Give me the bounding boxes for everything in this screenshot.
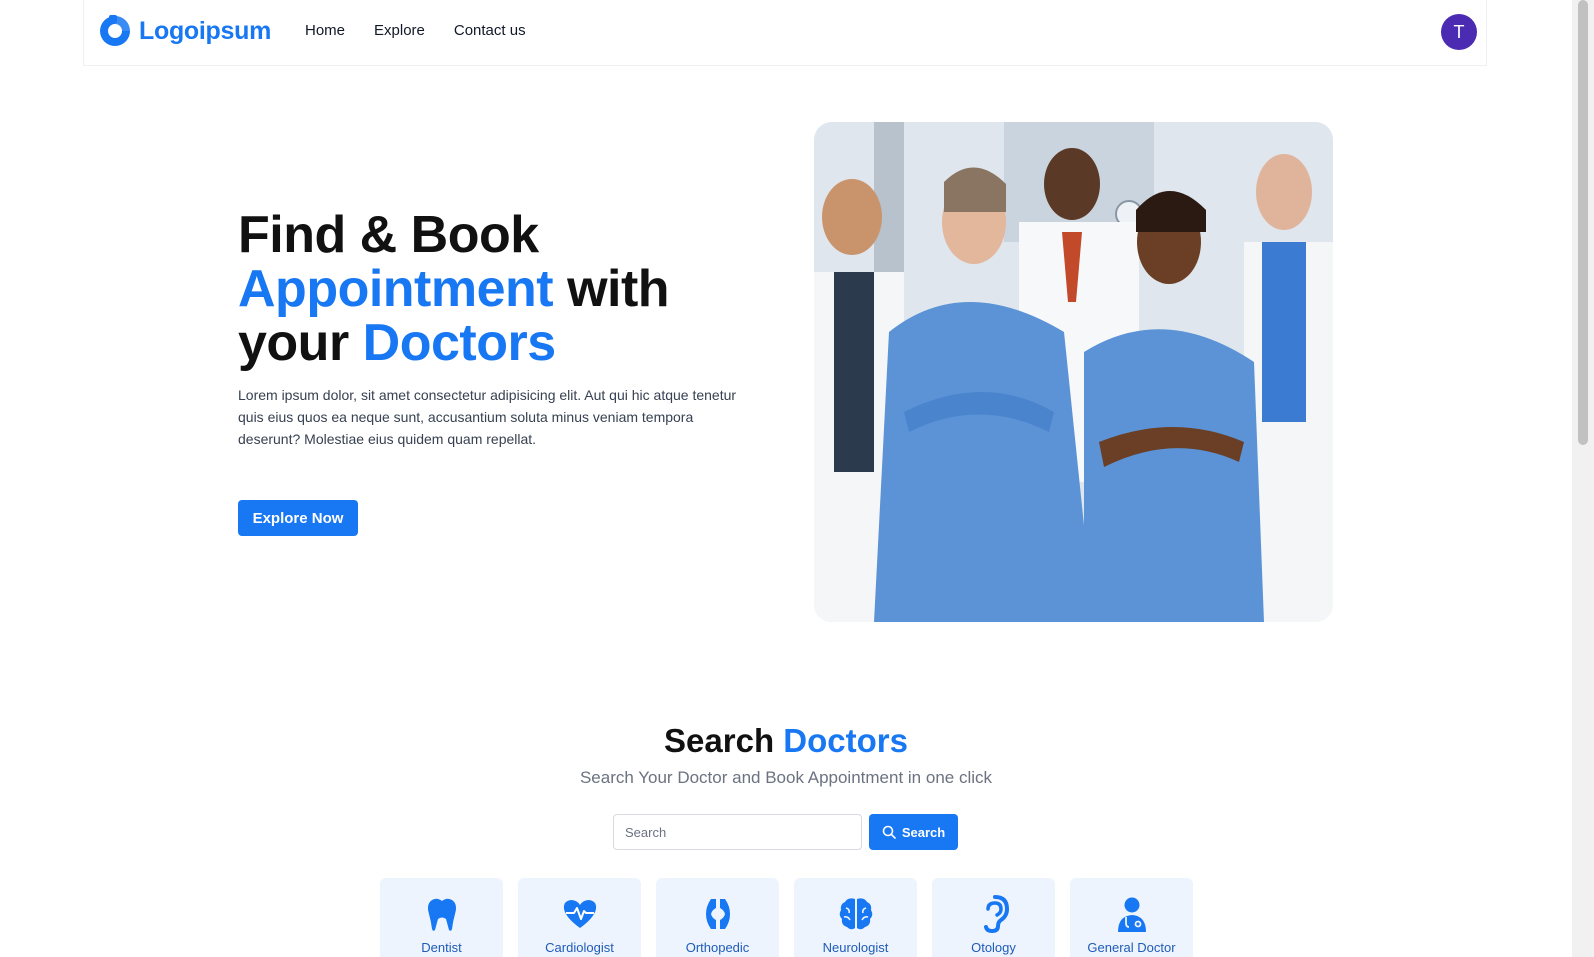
category-label: Cardiologist (545, 940, 614, 955)
search-title-part: Search (664, 722, 775, 759)
nav-link-contact[interactable]: Contact us (454, 22, 526, 39)
search-section-title: Search Doctors (0, 722, 1572, 760)
hero-title-part2: with (567, 260, 670, 318)
hero-title-accent2: Doctors (362, 314, 556, 372)
search-subtitle: Search Your Doctor and Book Appointment … (579, 768, 993, 787)
category-list: Dentist Cardiologist Orthopedic Neurolog… (380, 878, 1193, 957)
search-button[interactable]: Search (869, 814, 958, 850)
user-avatar[interactable]: T (1441, 14, 1477, 50)
search-icon (882, 825, 896, 839)
hero-title: Find & Book Appointment with your Doctor… (238, 208, 758, 370)
explore-now-button[interactable]: Explore Now (238, 500, 358, 536)
nav-link-explore[interactable]: Explore (374, 22, 425, 39)
hero-doctors-photo (814, 122, 1333, 622)
category-card-orthopedic[interactable]: Orthopedic (656, 878, 779, 957)
scrollbar-thumb[interactable] (1578, 0, 1588, 445)
brand-logo[interactable]: Logoipsum (98, 14, 271, 48)
ear-icon (983, 895, 1009, 934)
category-card-otology[interactable]: Otology (932, 878, 1055, 957)
doctor-icon (1117, 897, 1146, 932)
category-card-general-doctor[interactable]: General Doctor (1070, 878, 1193, 957)
search-button-label: Search (901, 824, 946, 840)
doctors-illustration (814, 122, 1333, 622)
nav-link-home[interactable]: Home (305, 22, 345, 39)
page-scrollbar[interactable] (1572, 0, 1594, 957)
heartbeat-icon (563, 900, 596, 928)
category-label: Orthopedic (685, 940, 750, 955)
top-navbar: Logoipsum Home Explore Contact us T (83, 0, 1487, 66)
category-label: Dentist (421, 940, 462, 955)
category-card-cardiologist[interactable]: Cardiologist (518, 878, 641, 957)
brand-name: Logoipsum (139, 16, 272, 45)
logo-mark-icon (100, 15, 130, 46)
main-nav: Home Explore Contact us (305, 22, 526, 39)
category-label: Neurologist (822, 940, 889, 955)
search-title-accent: Doctors (783, 722, 908, 759)
hero-description: Lorem ipsum dolor, sit amet consectetur … (238, 387, 737, 447)
hero-title-accent1: Appointment (238, 260, 554, 318)
brain-icon (839, 898, 872, 930)
category-label: Otology (971, 940, 1016, 955)
bone-joint-icon (705, 899, 730, 929)
category-card-neurologist[interactable]: Neurologist (794, 878, 917, 957)
hero-title-part3: your (238, 314, 349, 372)
doctor-search-input[interactable] (613, 814, 862, 850)
hero-title-part1: Find & Book (238, 206, 539, 264)
category-label: General Doctor (1087, 940, 1176, 955)
category-card-dentist[interactable]: Dentist (380, 878, 503, 957)
tooth-icon (427, 898, 456, 931)
